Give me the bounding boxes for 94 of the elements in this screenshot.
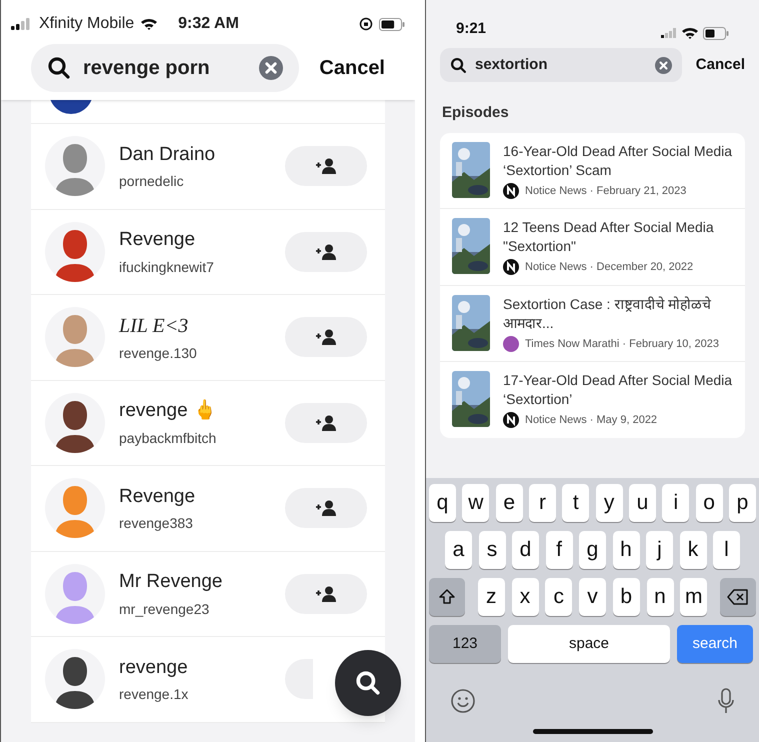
episode-row[interactable]: 17-Year-Old Dead After Social Media ‘Sextortion’ Notice News · May 9, 2022	[440, 362, 745, 438]
key[interactable]: v	[579, 578, 606, 616]
clear-icon[interactable]	[654, 56, 672, 74]
episode-row[interactable]: 12 Teens Dead After Social Media "Sextortion" Notice News · December 20, 2022	[440, 209, 745, 286]
key[interactable]: q	[429, 484, 456, 522]
status-time: 9:32 AM	[178, 14, 239, 34]
key[interactable]: k	[680, 531, 706, 569]
add-friend-icon	[315, 414, 337, 431]
shift-icon	[438, 588, 456, 606]
display-name: Revenge	[119, 484, 196, 508]
episode-title: 17-Year-Old Dead After Social Media ‘Sextortion’	[503, 371, 733, 409]
add-friend-button[interactable]	[285, 402, 367, 443]
key[interactable]: l	[713, 531, 740, 569]
cancel-button[interactable]: Cancel	[696, 54, 745, 76]
microphone-icon[interactable]	[717, 688, 735, 714]
space-key[interactable]: space	[508, 625, 670, 663]
key[interactable]: z	[478, 578, 505, 616]
key[interactable]: t	[562, 484, 590, 522]
add-friend-icon	[315, 244, 337, 260]
display-name: Revenge	[119, 228, 196, 252]
battery-icon	[703, 26, 729, 40]
username: revenge.1x	[119, 685, 190, 704]
rotation-lock-icon	[359, 17, 373, 31]
key[interactable]: c	[545, 578, 572, 616]
episode-title: 12 Teens Dead After Social Media "Sextortion"	[503, 218, 715, 256]
episode-meta: Times Now Marathi · February 10, 2023	[525, 336, 719, 352]
wifi-icon	[681, 26, 699, 40]
username: paybackmfbitch	[119, 428, 218, 448]
add-friend-button[interactable]	[285, 232, 367, 272]
signal-icon	[661, 28, 677, 38]
add-friend-icon	[315, 158, 337, 174]
key[interactable]: x	[512, 578, 538, 616]
add-friend-icon	[315, 586, 337, 602]
key[interactable]: g	[579, 531, 606, 569]
username: pornedelic	[119, 172, 185, 191]
section-title: Episodes	[441, 103, 510, 123]
key[interactable]: d	[512, 531, 539, 569]
add-friend-button[interactable]	[285, 574, 367, 614]
search-icon	[47, 56, 71, 80]
shift-key[interactable]	[429, 578, 465, 616]
search-key[interactable]: search	[677, 625, 753, 663]
cancel-button[interactable]: Cancel	[319, 53, 385, 83]
episode-meta: Notice News · May 9, 2022	[525, 413, 658, 428]
episode-row[interactable]: 16-Year-Old Dead After Social Media ‘Sextortion’ Scam Notice News · February 21, 2023	[440, 132, 745, 209]
key[interactable]: e	[496, 484, 523, 522]
add-friend-icon	[315, 329, 337, 346]
episode-row[interactable]: Sextortion Case : राष्ट्रवादीचे मोहोळचे आमदार... Times Now Marathi · February 10, 2023	[440, 286, 745, 362]
carrier-name: Xfinity Mobile	[39, 14, 134, 34]
key[interactable]: a	[445, 531, 472, 569]
backspace-icon	[727, 589, 749, 605]
key[interactable]: i	[662, 484, 690, 522]
key[interactable]: y	[596, 484, 623, 522]
episode-meta: Notice News · February 21, 2023	[525, 184, 686, 198]
username: mr_revenge23	[119, 600, 210, 619]
key[interactable]: u	[628, 484, 656, 522]
key[interactable]: m	[680, 578, 708, 616]
search-icon	[355, 670, 381, 696]
status-time: 9:21	[456, 18, 486, 38]
display-name: revenge 🖕	[119, 398, 218, 423]
key[interactable]: h	[612, 531, 640, 569]
wifi-icon	[140, 17, 158, 31]
key[interactable]: s	[478, 531, 506, 569]
display-name: Dan Draino	[119, 142, 216, 166]
add-friend-button[interactable]	[285, 488, 367, 528]
key[interactable]: w	[462, 484, 490, 522]
key[interactable]: p	[728, 484, 756, 522]
episode-meta: Notice News · December 20, 2022	[525, 260, 694, 275]
key[interactable]: f	[546, 531, 572, 569]
key[interactable]: n	[646, 578, 674, 616]
delete-key[interactable]	[720, 578, 756, 616]
battery-icon	[379, 18, 405, 30]
episode-title: 16-Year-Old Dead After Social Media ‘Sextortion’ Scam	[503, 142, 733, 180]
key[interactable]: o	[696, 484, 723, 522]
key[interactable]: r	[528, 484, 556, 522]
search-text: revenge porn	[83, 56, 211, 81]
display-name: LIL E<3	[119, 314, 190, 339]
search-field[interactable]: revenge porn	[31, 44, 300, 92]
username: ifuckingknewit7	[119, 258, 215, 277]
key[interactable]: b	[612, 578, 640, 616]
numbers-key[interactable]: 123	[429, 625, 501, 663]
add-friend-button[interactable]	[285, 317, 367, 358]
username: revenge383	[119, 514, 194, 533]
search-text: sextortion	[475, 54, 549, 75]
add-friend-icon	[315, 500, 337, 516]
clear-icon[interactable]	[259, 56, 284, 80]
username: revenge.130	[119, 344, 198, 363]
emoji-icon[interactable]	[450, 688, 476, 714]
display-name: revenge	[119, 656, 189, 680]
add-friend-button[interactable]	[285, 146, 367, 186]
search-icon	[450, 56, 467, 74]
key[interactable]: j	[646, 531, 673, 569]
episode-title: Sextortion Case : राष्ट्रवादीचे मोहोळचे आमदार...	[503, 294, 712, 332]
display-name: Mr Revenge	[119, 570, 224, 594]
search-field[interactable]: sextortion	[440, 48, 682, 82]
